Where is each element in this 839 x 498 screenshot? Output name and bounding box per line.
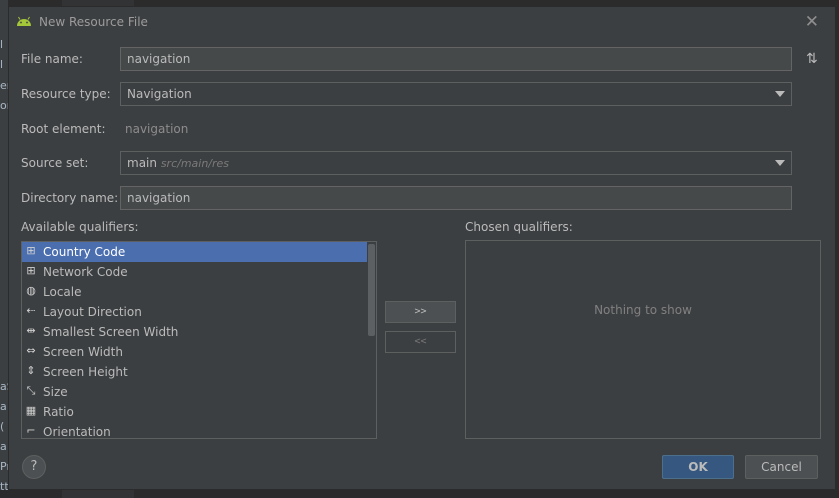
resource-type-value: Navigation	[127, 87, 192, 101]
chosen-qualifiers-label: Chosen qualifiers:	[465, 220, 573, 234]
remove-qualifier-button[interactable]: <<	[385, 331, 456, 353]
list-item[interactable]: ⊞ Network Code	[22, 262, 376, 282]
ide-text-fragment: (	[0, 420, 5, 433]
list-item-label: Screen Width	[43, 345, 123, 359]
list-scrollbar[interactable]	[368, 244, 375, 336]
source-set-path: src/main/res	[160, 157, 230, 170]
file-name-input[interactable]: navigation	[120, 47, 792, 71]
list-item-label: Layout Direction	[43, 305, 142, 319]
list-item[interactable]: ⇕ Screen Height	[22, 362, 376, 382]
root-element-label: Root element:	[21, 122, 106, 136]
smallest-width-icon: ⇹	[26, 324, 36, 337]
list-item-label: Ratio	[43, 405, 74, 419]
resource-type-label: Resource type:	[21, 87, 111, 101]
ide-text-fragment: a	[0, 400, 7, 413]
source-set-value: main	[127, 156, 157, 170]
list-item-label: Country Code	[43, 245, 126, 259]
country-code-icon: ⊞	[26, 244, 36, 257]
new-resource-file-dialog: New Resource File ✕ File name: navigatio…	[8, 6, 836, 490]
list-item[interactable]: ⇠ Layout Direction	[22, 302, 376, 322]
android-icon	[17, 16, 31, 26]
list-item[interactable]: ◍ Locale	[22, 282, 376, 302]
layout-direction-icon: ⇠	[26, 304, 36, 317]
close-icon[interactable]: ✕	[805, 12, 819, 32]
dialog-title: New Resource File	[39, 15, 148, 29]
source-set-label: Source set:	[21, 156, 89, 170]
network-code-icon: ⊞	[26, 264, 36, 277]
file-name-label: File name:	[21, 52, 83, 66]
list-item-label: Orientation	[43, 425, 111, 439]
size-icon: ⤡	[26, 384, 36, 397]
list-item[interactable]: ⌐ Orientation	[22, 422, 376, 439]
list-item[interactable]: ⇹ Smallest Screen Width	[22, 322, 376, 342]
ratio-icon: ▦	[25, 404, 37, 417]
help-button[interactable]: ?	[22, 455, 46, 479]
ide-text-fragment: a	[0, 440, 7, 453]
ide-bottom-strip	[0, 490, 839, 498]
sort-icon[interactable]: ⇅	[806, 51, 818, 67]
root-element-value: navigation	[125, 122, 189, 136]
available-qualifiers-list[interactable]: ⊞ Country Code ⊞ Network Code ◍ Locale ⇠…	[21, 241, 377, 439]
list-item-label: Network Code	[43, 265, 128, 279]
ide-text-fragment: l	[0, 58, 4, 71]
empty-state-text: Nothing to show	[594, 303, 692, 317]
directory-name-input[interactable]: navigation	[120, 186, 792, 210]
directory-name-value: navigation	[127, 191, 191, 205]
screen-width-icon: ⇔	[26, 344, 36, 357]
screen-height-icon: ⇕	[26, 364, 36, 377]
chevron-down-icon	[775, 160, 785, 166]
list-item-label: Size	[43, 385, 68, 399]
list-item-label: Smallest Screen Width	[43, 325, 179, 339]
dialog-title-bar[interactable]: New Resource File ✕	[9, 7, 835, 37]
directory-name-label: Directory name:	[21, 191, 119, 205]
chosen-qualifiers-list[interactable]: Nothing to show	[465, 240, 821, 439]
add-qualifier-button[interactable]: >>	[385, 301, 456, 323]
available-qualifiers-label: Available qualifiers:	[21, 220, 139, 234]
list-item[interactable]: ⊞ Country Code	[22, 242, 367, 262]
source-set-dropdown[interactable]: main src/main/res	[120, 151, 792, 175]
orientation-icon: ⌐	[26, 424, 36, 437]
list-item[interactable]: ▦ Ratio	[22, 402, 376, 422]
ide-text-fragment: l	[0, 38, 4, 51]
resource-type-dropdown[interactable]: Navigation	[120, 82, 792, 106]
globe-icon: ◍	[26, 284, 36, 297]
ok-button[interactable]: OK	[662, 455, 734, 479]
list-item-label: Locale	[43, 285, 82, 299]
cancel-button[interactable]: Cancel	[745, 455, 818, 479]
list-item[interactable]: ⇔ Screen Width	[22, 342, 376, 362]
list-item[interactable]: ⤡ Size	[22, 382, 376, 402]
chevron-down-icon	[775, 91, 785, 97]
file-name-value: navigation	[127, 52, 191, 66]
list-item-label: Screen Height	[43, 365, 128, 379]
